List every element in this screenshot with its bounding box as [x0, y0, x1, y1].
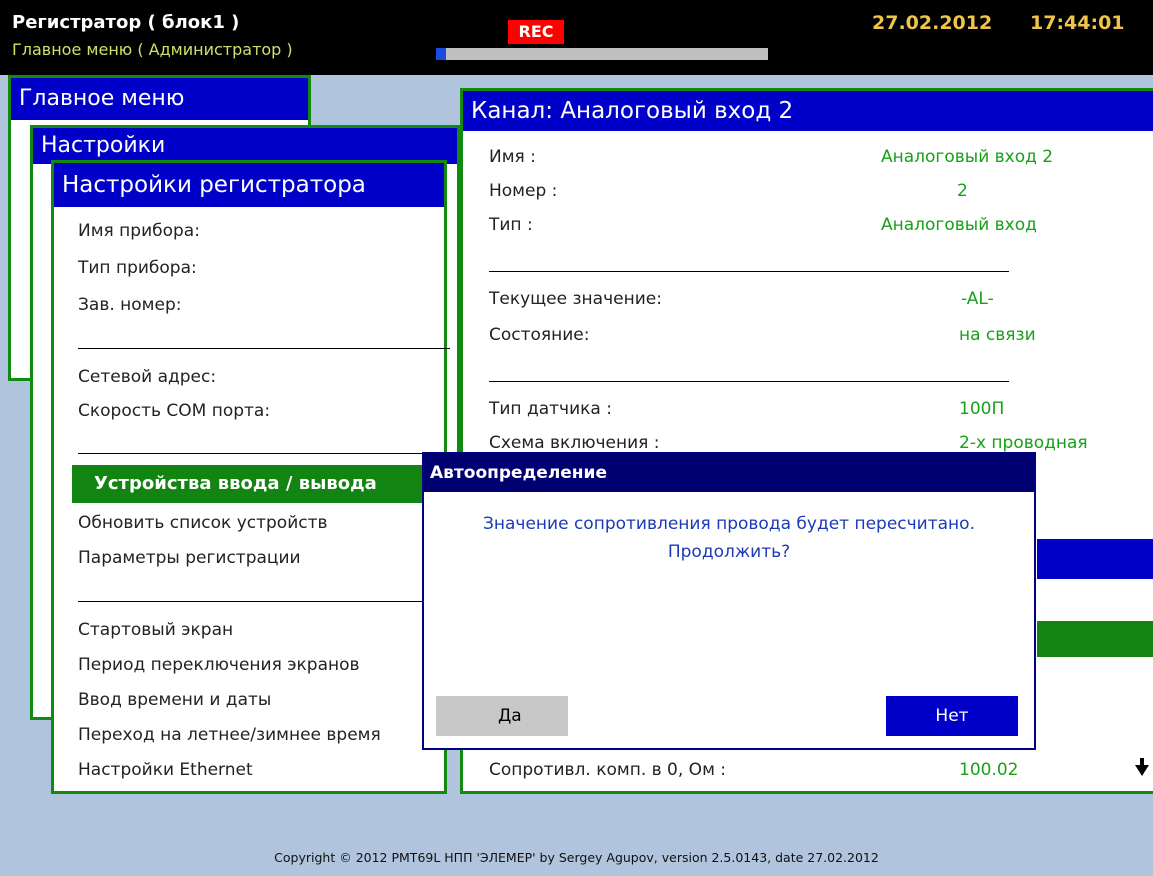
channel-name-value[interactable]: Аналоговый вход 2 [881, 147, 1053, 167]
scroll-down-arrow-stem [1140, 758, 1144, 766]
channel-type-value[interactable]: Аналоговый вход [881, 215, 1037, 235]
current-value-label: Текущее значение: [489, 289, 662, 309]
channel-number-label: Номер : [489, 181, 558, 201]
list-item-serial-number[interactable]: Зав. номер: [78, 295, 181, 315]
list-item-refresh-devices[interactable]: Обновить список устройств [78, 513, 328, 533]
channel-type-label: Тип : [489, 215, 533, 235]
wiring-scheme-label: Схема включения : [489, 433, 660, 453]
list-item-device-type[interactable]: Тип прибора: [78, 258, 197, 278]
divider [489, 271, 1009, 272]
blue-row-highlight [1037, 539, 1153, 579]
divider [78, 348, 450, 349]
recorder-settings-header[interactable]: Настройки регистратора [54, 163, 444, 207]
list-item-dst[interactable]: Переход на летнее/зимнее время [78, 725, 381, 745]
list-item-network-address[interactable]: Сетевой адрес: [78, 367, 216, 387]
compensation-resistance-label: Сопротивл. комп. в 0, Ом : [489, 760, 727, 780]
yes-button[interactable]: Да [436, 696, 568, 736]
time-display: 17:44:01 [1030, 12, 1125, 34]
progress-bar [436, 48, 768, 60]
scroll-down-arrow-icon[interactable] [1135, 765, 1149, 776]
no-button[interactable]: Нет [886, 696, 1018, 736]
copyright-text: Copyright © 2012 PMT69L НПП 'ЭЛЕМЕР' by … [274, 850, 879, 865]
date-display: 27.02.2012 [872, 12, 993, 34]
progress-fill [436, 48, 446, 60]
divider [78, 453, 450, 454]
list-item-ethernet[interactable]: Настройки Ethernet [78, 760, 253, 780]
list-item-start-screen[interactable]: Стартовый экран [78, 620, 233, 640]
state-value: на связи [959, 325, 1036, 345]
channel-name-label: Имя : [489, 147, 536, 167]
list-item-device-name[interactable]: Имя прибора: [78, 221, 200, 241]
dialog-message-line1: Значение сопротивления провода будет пер… [483, 514, 975, 534]
dialog-message-line2: Продолжить? [667, 542, 791, 562]
menu-path: Главное меню ( Администратор ) [12, 40, 293, 59]
list-item-com-speed[interactable]: Скорость COM порта: [78, 401, 270, 421]
dialog-title: Автоопределение [424, 454, 1034, 492]
green-row-highlight [1037, 621, 1153, 657]
wiring-scheme-value[interactable]: 2-х проводная [959, 433, 1088, 453]
channel-header: Канал: Аналоговый вход 2 [463, 91, 1153, 131]
list-item-io-devices-selected[interactable]: Устройства ввода / вывода [72, 465, 447, 503]
sensor-type-value[interactable]: 100П [959, 399, 1004, 419]
main-menu-header[interactable]: Главное меню [11, 78, 308, 120]
current-value: -AL- [961, 289, 994, 309]
settings-header[interactable]: Настройки [33, 128, 457, 164]
list-item-datetime-input[interactable]: Ввод времени и даты [78, 690, 271, 710]
autodetect-dialog: Автоопределение Значение сопротивления п… [422, 452, 1036, 750]
list-item-registration-params[interactable]: Параметры регистрации [78, 548, 301, 568]
recorder-settings-panel: Настройки регистратора Имя прибора: Тип … [51, 160, 450, 794]
rec-indicator: REC [508, 20, 564, 44]
top-status-bar: Регистратор ( блок1 ) Главное меню ( Адм… [0, 0, 1153, 75]
list-item-screen-period[interactable]: Период переключения экранов [78, 655, 360, 675]
divider [489, 381, 1009, 382]
divider [78, 601, 450, 602]
compensation-resistance-value[interactable]: 100.02 [959, 760, 1018, 780]
sensor-type-label: Тип датчика : [489, 399, 612, 419]
device-title: Регистратор ( блок1 ) [12, 12, 240, 33]
channel-number-value[interactable]: 2 [957, 181, 968, 201]
state-label: Состояние: [489, 325, 590, 345]
